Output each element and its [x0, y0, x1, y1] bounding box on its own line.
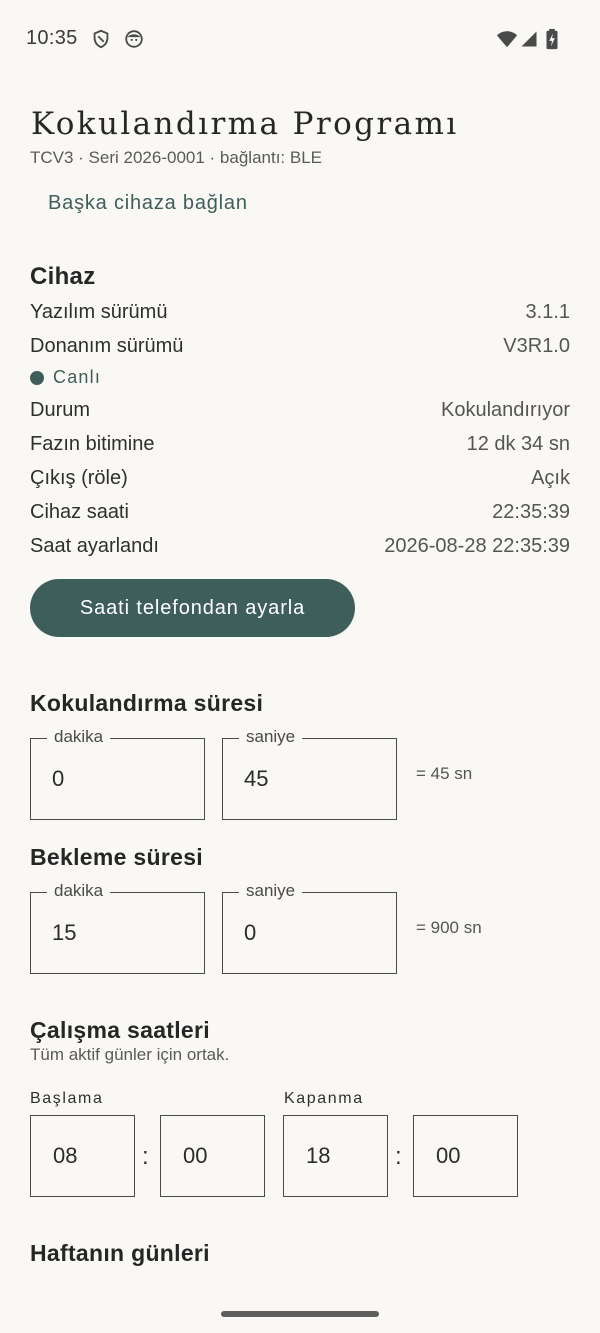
time-separator: :	[395, 1143, 402, 1170]
field-label: dakika	[47, 727, 111, 747]
status-time: 10:35	[26, 27, 78, 49]
wait-duration-heading: Bekleme süresi	[30, 844, 203, 870]
weekdays-heading: Haftanın günleri	[30, 1240, 210, 1266]
start-minute-value[interactable]: 00	[183, 1143, 253, 1169]
time-separator: :	[142, 1143, 149, 1170]
scent-equivalent-seconds: = 45 sn	[416, 764, 473, 783]
device-subtitle: TCV3 · Seri 2026-0001 · bağlantı: BLE	[30, 148, 322, 167]
info-label: Donanım sürümü	[30, 335, 184, 357]
wait-minutes-field[interactable]: dakika 15	[30, 881, 205, 974]
info-label: Durum	[30, 399, 91, 421]
wait-seconds-value[interactable]: 0	[244, 920, 374, 946]
wait-seconds-field[interactable]: saniye 0	[222, 881, 397, 974]
info-value: V3R1.0	[503, 335, 570, 357]
info-value: Açık	[531, 467, 570, 489]
working-hours-note: Tüm aktif günler için ortak.	[30, 1045, 230, 1064]
info-row-phase-remaining: Fazın bitimine 12 dk 34 sn	[30, 433, 570, 456]
live-dot-icon	[30, 370, 44, 385]
battery-charging-icon	[545, 28, 559, 50]
info-value: 2026-08-28 22:35:39	[384, 535, 570, 557]
info-label: Fazın bitimine	[30, 433, 155, 455]
info-label: Çıkış (röle)	[30, 467, 128, 489]
face-icon	[123, 28, 145, 50]
scent-seconds-value[interactable]: 45	[244, 766, 374, 792]
start-hour-value[interactable]: 08	[53, 1143, 123, 1169]
device-heading: Cihaz	[30, 263, 96, 290]
info-row-hardware: Donanım sürümü V3R1.0	[30, 335, 570, 358]
info-value: Kokulandırıyor	[441, 399, 570, 421]
field-label: saniye	[239, 727, 303, 747]
end-minute-field[interactable]: 00	[413, 1115, 518, 1197]
info-row-device-clock: Cihaz saati 22:35:39	[30, 501, 570, 524]
start-time-label: Başlama	[30, 1090, 104, 1107]
info-row-clock-set: Saat ayarlandı 2026-08-28 22:35:39	[30, 535, 570, 558]
end-hour-value[interactable]: 18	[306, 1143, 376, 1169]
info-value: 22:35:39	[492, 501, 570, 523]
start-minute-field[interactable]: 00	[160, 1115, 265, 1197]
info-label: Saat ayarlandı	[30, 535, 159, 557]
info-row-firmware: Yazılım sürümü 3.1.1	[30, 301, 570, 324]
gesture-navigation-handle[interactable]	[221, 1311, 379, 1317]
info-row-status: Durum Kokulandırıyor	[30, 399, 570, 422]
wait-equivalent-seconds: = 900 sn	[416, 918, 482, 937]
working-hours-heading: Çalışma saatleri	[30, 1017, 210, 1043]
info-value: 12 dk 34 sn	[466, 433, 570, 455]
scent-minutes-field[interactable]: dakika 0	[30, 727, 205, 820]
info-value: 3.1.1	[525, 301, 570, 323]
connect-other-device-button[interactable]: Başka cihaza bağlan	[48, 192, 248, 215]
start-hour-field[interactable]: 08	[30, 1115, 135, 1197]
info-label: Yazılım sürümü	[30, 301, 168, 323]
live-label: Canlı	[53, 367, 102, 387]
set-clock-from-phone-button[interactable]: Saati telefondan ayarla	[30, 579, 355, 637]
page-title: Kokulandırma Programı	[31, 106, 459, 142]
wifi-icon	[495, 28, 519, 50]
info-row-relay-output: Çıkış (röle) Açık	[30, 467, 570, 490]
field-label: saniye	[239, 881, 303, 901]
end-minute-value[interactable]: 00	[436, 1143, 506, 1169]
end-time-label: Kapanma	[284, 1090, 364, 1107]
signal-icon	[520, 28, 538, 50]
field-label: dakika	[47, 881, 111, 901]
scent-seconds-field[interactable]: saniye 45	[222, 727, 397, 820]
end-hour-field[interactable]: 18	[283, 1115, 388, 1197]
scent-duration-heading: Kokulandırma süresi	[30, 690, 264, 716]
info-label: Cihaz saati	[30, 501, 129, 523]
live-indicator: Canlı	[30, 367, 101, 388]
scent-minutes-value[interactable]: 0	[52, 766, 182, 792]
shield-icon	[90, 28, 112, 50]
wait-minutes-value[interactable]: 15	[52, 920, 182, 946]
